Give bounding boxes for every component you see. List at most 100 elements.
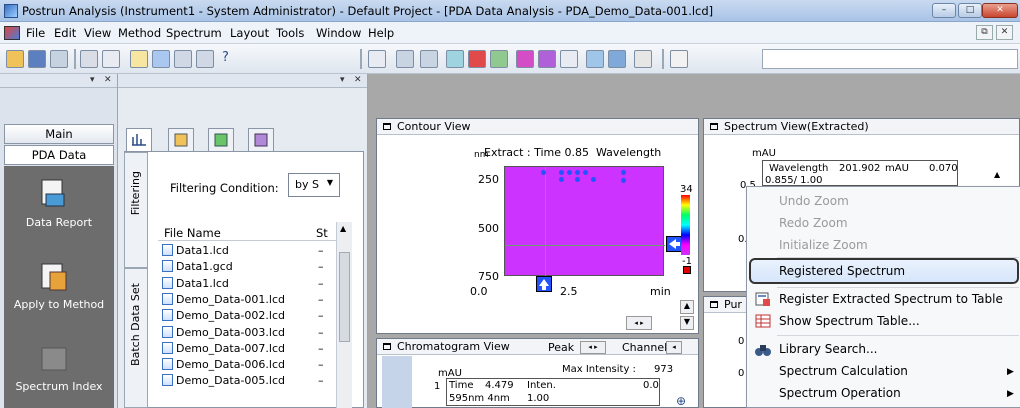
bar-chart-icon[interactable] — [608, 50, 626, 68]
channel-navigation-button[interactable]: ◂ — [666, 341, 682, 354]
zoom-in-icon[interactable]: ⊕ — [676, 394, 686, 408]
tab-report-view[interactable] — [248, 128, 274, 152]
contour-plot[interactable] — [504, 166, 665, 277]
spectrum-unit-label: mAU — [752, 148, 776, 159]
tab-chart-view[interactable] — [126, 128, 152, 152]
menu-item-register-extracted-spectrum[interactable]: Register Extracted Spectrum to Table — [779, 292, 1003, 306]
menu-tools[interactable]: Tools — [276, 26, 304, 40]
column-header-status[interactable]: St — [316, 226, 328, 240]
nav-item-apply-to-method[interactable]: Apply to Method — [4, 298, 114, 311]
window-layout-icon[interactable] — [152, 50, 170, 68]
tab-main[interactable]: Main — [4, 124, 114, 144]
scroll-up-icon[interactable]: ▲ — [340, 224, 346, 233]
contour-view-title: Contour View — [377, 119, 698, 135]
menu-view[interactable]: View — [84, 26, 111, 40]
scroll-down-icon[interactable]: ▼ — [680, 316, 694, 330]
menu-item-spectrum-calculation[interactable]: Spectrum Calculation — [779, 364, 908, 378]
report-icon[interactable] — [468, 50, 486, 68]
mdi-close-button[interactable]: ✕ — [996, 25, 1013, 40]
column-header-file-name[interactable]: File Name — [164, 226, 221, 240]
scroll-up-icon[interactable]: ▲ — [680, 300, 694, 314]
table-settings-icon[interactable] — [634, 50, 652, 68]
peak-table-icon[interactable] — [446, 50, 464, 68]
tab-batch-data-set[interactable]: Batch Data Set — [124, 268, 148, 408]
horizontal-scroll-buttons[interactable]: ◂ ▸ — [626, 316, 652, 330]
menu-item-library-search[interactable]: Library Search... — [779, 342, 877, 356]
menu-help[interactable]: Help — [368, 26, 394, 40]
menu-item-initialize-zoom[interactable]: Initialize Zoom — [779, 238, 868, 252]
tab-batch-view[interactable] — [208, 128, 234, 152]
contour-icon[interactable] — [516, 50, 534, 68]
apply-to-method-icon[interactable] — [36, 262, 72, 294]
undo-icon[interactable] — [368, 50, 386, 68]
tab-sample-view[interactable] — [168, 128, 194, 152]
maximize-button[interactable]: □ — [958, 3, 982, 18]
layout-icon[interactable] — [130, 50, 148, 68]
mdi-restore-button[interactable]: ⧉ — [976, 25, 993, 40]
file-list-item[interactable]: Demo_Data-003.lcd — [162, 325, 285, 342]
menu-layout[interactable]: Layout — [230, 26, 269, 40]
file-name: Data1.lcd — [176, 276, 229, 290]
menu-item-spectrum-operation[interactable]: Spectrum Operation — [779, 386, 901, 400]
data-file-icon — [162, 276, 173, 289]
filter-icon[interactable] — [420, 50, 438, 68]
help-icon[interactable]: ? — [222, 50, 229, 65]
crosshair-vertical — [545, 167, 546, 277]
tab-pda-data[interactable]: PDA Data — [4, 145, 114, 165]
spectrum-icon[interactable] — [560, 50, 578, 68]
menu-item-registered-spectrum[interactable]: Registered Spectrum — [779, 264, 905, 278]
sample-icon[interactable] — [396, 50, 414, 68]
minimize-button[interactable]: – — [932, 3, 956, 18]
grid-layout-icon[interactable] — [174, 50, 192, 68]
chromatogram-icon[interactable] — [586, 50, 604, 68]
open-folder-icon[interactable] — [6, 50, 24, 68]
toolbar-combo-box[interactable] — [762, 49, 1018, 69]
copy-icon[interactable] — [50, 50, 68, 68]
chart-layout-icon[interactable] — [196, 50, 214, 68]
print-preview-icon[interactable] — [102, 50, 120, 68]
time-cursor-handle[interactable] — [536, 276, 552, 292]
nav-item-spectrum-index[interactable]: Spectrum Index — [4, 380, 114, 393]
file-list-item[interactable]: Demo_Data-002.lcd — [162, 309, 285, 325]
pin-icon[interactable] — [670, 50, 688, 68]
contour-peak — [559, 177, 564, 182]
menu-window[interactable]: Window — [316, 26, 361, 40]
file-list-item[interactable]: Data1.lcd — [162, 244, 229, 260]
spectrum-index-icon[interactable] — [36, 344, 72, 376]
print-icon[interactable] — [80, 50, 98, 68]
compare-icon[interactable] — [490, 50, 508, 68]
file-status: – — [318, 244, 324, 257]
y-tick-label: 500 — [478, 222, 499, 235]
menu-item-redo-zoom[interactable]: Redo Zoom — [779, 216, 848, 230]
file-list-scrollbar[interactable]: ▲ — [336, 222, 352, 408]
menu-method[interactable]: Method — [118, 26, 161, 40]
nav-item-data-report[interactable]: Data Report — [4, 216, 114, 229]
menu-item-show-spectrum-table[interactable]: Show Spectrum Table... — [779, 314, 920, 328]
file-list-item[interactable]: Data1.gcd — [162, 260, 233, 276]
file-list-item[interactable]: Demo_Data-006.lcd — [162, 358, 285, 374]
filtering-condition-select[interactable]: by S ▼ — [288, 173, 340, 197]
close-button[interactable]: ✕ — [982, 3, 1018, 18]
pin-icon[interactable]: ▾ — [90, 75, 95, 85]
scrollbar-thumb[interactable] — [339, 252, 350, 342]
close-icon[interactable]: ✕ — [354, 75, 362, 85]
pin-icon[interactable]: ▾ — [340, 75, 345, 85]
toolbar-separator — [662, 49, 664, 69]
menu-file[interactable]: File — [26, 26, 45, 40]
file-status: – — [318, 260, 324, 274]
file-list-item[interactable]: Demo_Data-007.lcd — [162, 341, 285, 358]
file-list-item[interactable]: Demo_Data-005.lcd — [162, 374, 285, 390]
save-icon[interactable] — [28, 50, 46, 68]
menu-item-undo-zoom[interactable]: Undo Zoom — [779, 194, 849, 208]
data-report-icon[interactable] — [36, 178, 72, 210]
spectrum-3d-icon[interactable] — [538, 50, 556, 68]
file-list-item[interactable]: Demo_Data-001.lcd — [162, 292, 285, 309]
wavelength-cursor-handle[interactable] — [666, 236, 682, 252]
peak-navigation-buttons[interactable]: ◂ ▸ — [580, 341, 606, 354]
scroll-up-icon[interactable]: ▲ — [994, 170, 1000, 179]
menu-spectrum[interactable]: Spectrum — [166, 26, 222, 40]
close-icon[interactable]: ✕ — [104, 75, 112, 85]
file-list-item[interactable]: Data1.lcd — [162, 276, 229, 293]
menu-edit[interactable]: Edit — [54, 26, 76, 40]
tab-filtering[interactable]: Filtering — [124, 152, 148, 268]
